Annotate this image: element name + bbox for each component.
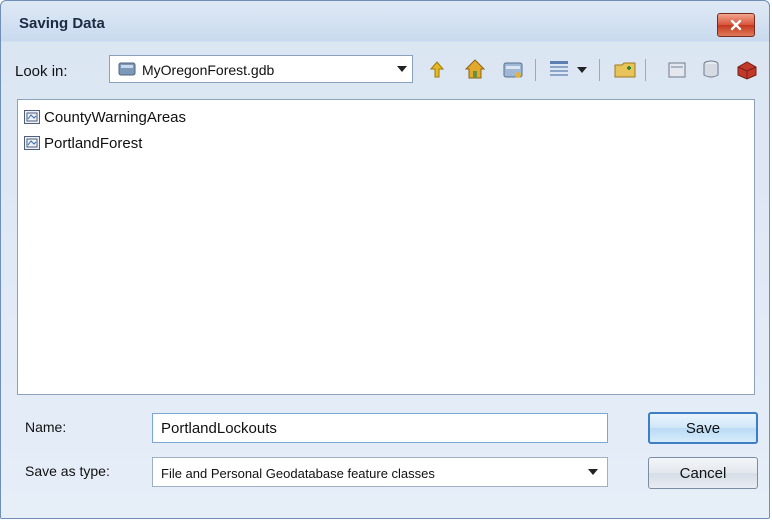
cancel-button[interactable]: Cancel bbox=[648, 457, 758, 489]
toolbar-separator bbox=[599, 59, 600, 81]
new-folder-icon[interactable] bbox=[613, 57, 637, 81]
home-icon[interactable] bbox=[463, 57, 487, 81]
close-button[interactable] bbox=[717, 13, 755, 37]
toolbar-separator bbox=[645, 59, 646, 81]
view-list-icon[interactable] bbox=[547, 57, 571, 81]
list-item[interactable]: CountyWarningAreas bbox=[24, 106, 186, 128]
feature-class-icon bbox=[24, 136, 40, 150]
title-bar[interactable]: Saving Data bbox=[1, 1, 769, 41]
save-button[interactable]: Save bbox=[648, 412, 758, 444]
toolbar-separator bbox=[535, 59, 536, 81]
saving-data-dialog: Saving Data Look in: MyOregonForest.gdb bbox=[0, 0, 770, 519]
chevron-down-icon[interactable] bbox=[575, 57, 589, 81]
save-as-type-value: File and Personal Geodatabase feature cl… bbox=[161, 466, 435, 481]
look-in-value: MyOregonForest.gdb bbox=[142, 62, 275, 78]
feature-class-icon bbox=[24, 110, 40, 124]
file-name: PortlandForest bbox=[44, 134, 143, 152]
dialog-title: Saving Data bbox=[19, 15, 105, 32]
connect-folder-icon[interactable] bbox=[501, 57, 525, 81]
toolbox-icon[interactable] bbox=[735, 57, 759, 81]
name-field[interactable] bbox=[152, 413, 608, 443]
save-as-type-select[interactable]: File and Personal Geodatabase feature cl… bbox=[152, 457, 608, 487]
toolbar: Look in: MyOregonForest.gdb bbox=[1, 49, 769, 89]
geodatabase-icon bbox=[118, 62, 136, 76]
file-name: CountyWarningAreas bbox=[44, 108, 187, 126]
chevron-down-icon[interactable] bbox=[585, 458, 601, 486]
name-label: Name: bbox=[25, 419, 67, 435]
chevron-down-icon[interactable] bbox=[392, 56, 412, 82]
new-file-geodatabase-icon[interactable] bbox=[665, 57, 689, 81]
file-list[interactable]: CountyWarningAreas PortlandForest bbox=[17, 99, 755, 395]
save-as-type-label: Save as type: bbox=[25, 463, 110, 479]
new-personal-geodatabase-icon[interactable] bbox=[699, 57, 723, 81]
up-one-level-icon[interactable] bbox=[425, 57, 449, 81]
list-item[interactable]: PortlandForest bbox=[24, 132, 142, 154]
close-icon bbox=[730, 19, 742, 31]
look-in-combobox[interactable]: MyOregonForest.gdb bbox=[109, 55, 413, 83]
look-in-label: Look in: bbox=[15, 63, 68, 80]
